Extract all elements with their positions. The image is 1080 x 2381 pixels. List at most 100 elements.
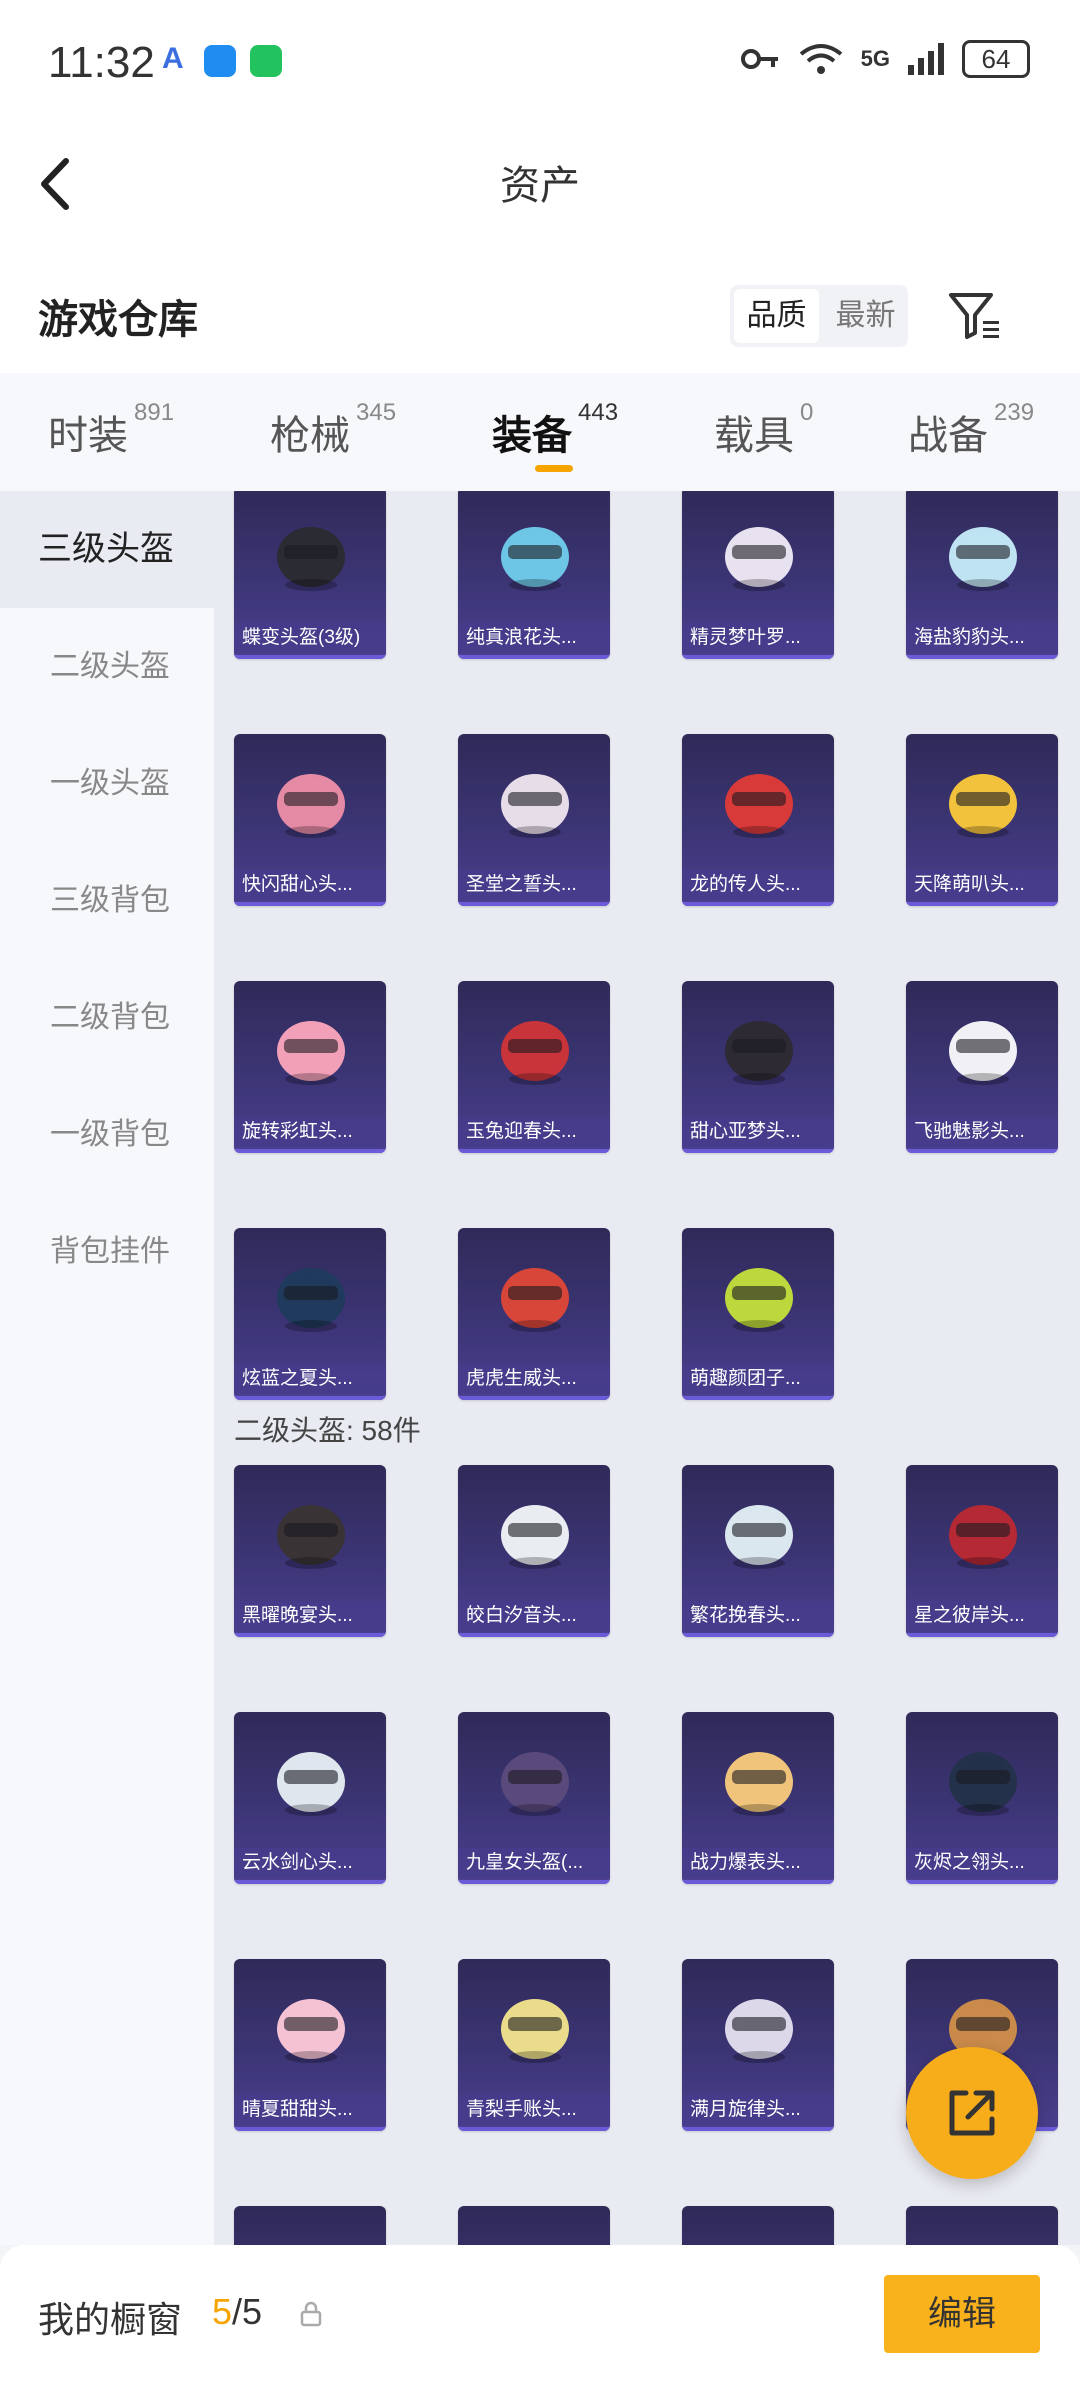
item-name: 飞驰魅影头... (906, 1117, 1058, 1147)
item-card[interactable]: 晴夏甜甜头... (234, 1959, 386, 2131)
item-card[interactable]: 天降萌叭头... (906, 734, 1058, 906)
category-tabs: 时装891 枪械345 装备443 载具0 战备239 (0, 373, 1080, 491)
sort-toggle: 品质 最新 (730, 285, 908, 347)
item-name: 青梨手账头... (458, 2095, 610, 2125)
item-card[interactable]: 蝶变头盔(3级) (234, 491, 386, 659)
sort-quality-button[interactable]: 品质 (734, 289, 819, 343)
item-card[interactable]: 星之彼岸头... (906, 1465, 1058, 1637)
item-card[interactable]: 黑曜晚宴头... (234, 1465, 386, 1637)
item-name: 旋转彩虹头... (234, 1117, 386, 1147)
external-link-icon (949, 2090, 995, 2136)
warehouse-header: 游戏仓库 品质 最新 (0, 245, 1080, 373)
item-name: 皎白汐音头... (458, 1601, 610, 1631)
helmet-icon (277, 774, 345, 838)
item-card[interactable] (458, 2206, 610, 2245)
item-card[interactable]: 皎白汐音头... (458, 1465, 610, 1637)
page-title: 资产 (500, 164, 580, 208)
item-name: 龙的传人头... (682, 870, 834, 900)
sidebar-item-level3-backpack[interactable]: 三级背包 (0, 842, 214, 959)
item-card[interactable]: 满月旋律头... (682, 1959, 834, 2131)
key-icon (740, 49, 778, 69)
item-card[interactable]: 快闪甜心头... (234, 734, 386, 906)
item-card[interactable]: 甜心亚梦头... (682, 981, 834, 1153)
status-time: 11:32 (48, 38, 155, 87)
helmet-icon (277, 1021, 345, 1085)
app-icon-message (204, 45, 236, 77)
item-card[interactable]: 战力爆表头... (682, 1712, 834, 1884)
item-name: 天降萌叭头... (906, 870, 1058, 900)
helmet-icon (949, 1505, 1017, 1569)
helmet-icon (725, 1505, 793, 1569)
helmet-icon (949, 527, 1017, 591)
item-name: 炫蓝之夏头... (234, 1364, 386, 1394)
item-card[interactable]: 海盐豹豹头... (906, 491, 1058, 659)
item-name: 萌趣颜团子... (682, 1364, 834, 1394)
filter-icon (949, 293, 999, 339)
sidebar-item-level2-backpack[interactable]: 二级背包 (0, 959, 214, 1076)
tab-gear[interactable]: 战备239 (908, 399, 1034, 461)
item-card[interactable]: 繁花挽春头... (682, 1465, 834, 1637)
item-name: 满月旋律头... (682, 2095, 834, 2125)
helmet-icon (725, 1999, 793, 2063)
item-card[interactable]: 灰烬之翎头... (906, 1712, 1058, 1884)
sidebar-item-level1-helmet[interactable]: 一级头盔 (0, 725, 214, 842)
item-name: 圣堂之誓头... (458, 870, 610, 900)
sidebar-item-level2-helmet[interactable]: 二级头盔 (0, 608, 214, 725)
showcase-label: 我的橱窗 (38, 2299, 183, 2340)
tab-guns[interactable]: 枪械345 (270, 399, 396, 461)
sort-latest-button[interactable]: 最新 (823, 285, 908, 347)
item-card[interactable]: 飞驰魅影头... (906, 981, 1058, 1153)
item-card[interactable]: 九皇女头盔(... (458, 1712, 610, 1884)
tab-vehicles[interactable]: 载具0 (714, 399, 813, 461)
helmet-icon (501, 1752, 569, 1816)
item-name: 云水剑心头... (234, 1848, 386, 1878)
edit-button[interactable]: 编辑 (884, 2275, 1040, 2353)
item-name: 战力爆表头... (682, 1848, 834, 1878)
sidebar-item-level3-helmet[interactable]: 三级头盔 (0, 491, 214, 608)
item-card[interactable]: 炫蓝之夏头... (234, 1228, 386, 1400)
helmet-icon (277, 527, 345, 591)
item-card[interactable]: 精灵梦叶罗... (682, 491, 834, 659)
status-indicators: 5G 64 (740, 40, 1030, 78)
item-card[interactable]: 云水剑心头... (234, 1712, 386, 1884)
helmet-icon (277, 1268, 345, 1332)
item-card[interactable]: 玉兔迎春头... (458, 981, 610, 1153)
item-card[interactable]: 纯真浪花头... (458, 491, 610, 659)
item-name: 纯真浪花头... (458, 623, 610, 653)
bottom-bar: 我的橱窗 5/5 编辑 (0, 2245, 1080, 2381)
active-tab-indicator (535, 465, 573, 472)
filter-button[interactable] (945, 285, 1005, 345)
item-name: 蝶变头盔(3级) (234, 623, 386, 653)
item-card[interactable] (234, 2206, 386, 2245)
share-button[interactable] (906, 2047, 1038, 2179)
nav-bar: 资产 (0, 125, 1080, 245)
item-name: 灰烬之翎头... (906, 1848, 1058, 1878)
item-card[interactable]: 圣堂之誓头... (458, 734, 610, 906)
item-card[interactable]: 萌趣颜团子... (682, 1228, 834, 1400)
item-name: 精灵梦叶罗... (682, 623, 834, 653)
helmet-icon (501, 1505, 569, 1569)
item-card[interactable]: 龙的传人头... (682, 734, 834, 906)
battery-icon: 64 (962, 40, 1030, 78)
item-name: 黑曜晚宴头... (234, 1601, 386, 1631)
helmet-icon (949, 774, 1017, 838)
item-name: 虎虎生威头... (458, 1364, 610, 1394)
item-card[interactable] (682, 2206, 834, 2245)
app-icon-a: A (162, 42, 184, 75)
network-type: 5G (860, 46, 890, 71)
helmet-icon (277, 1999, 345, 2063)
item-card[interactable] (906, 2206, 1058, 2245)
item-card[interactable]: 虎虎生威头... (458, 1228, 610, 1400)
helmet-icon (725, 1752, 793, 1816)
item-name: 甜心亚梦头... (682, 1117, 834, 1147)
helmet-icon (725, 1021, 793, 1085)
helmet-icon (725, 1268, 793, 1332)
tab-fashion[interactable]: 时装891 (48, 399, 174, 461)
item-card[interactable]: 青梨手账头... (458, 1959, 610, 2131)
item-card[interactable]: 旋转彩虹头... (234, 981, 386, 1153)
sidebar-item-level1-backpack[interactable]: 一级背包 (0, 1076, 214, 1193)
sidebar-item-backpack-charm[interactable]: 背包挂件 (0, 1193, 214, 1310)
item-name: 繁花挽春头... (682, 1601, 834, 1631)
item-name: 海盐豹豹头... (906, 623, 1058, 653)
tab-equipment[interactable]: 装备443 (492, 399, 618, 461)
